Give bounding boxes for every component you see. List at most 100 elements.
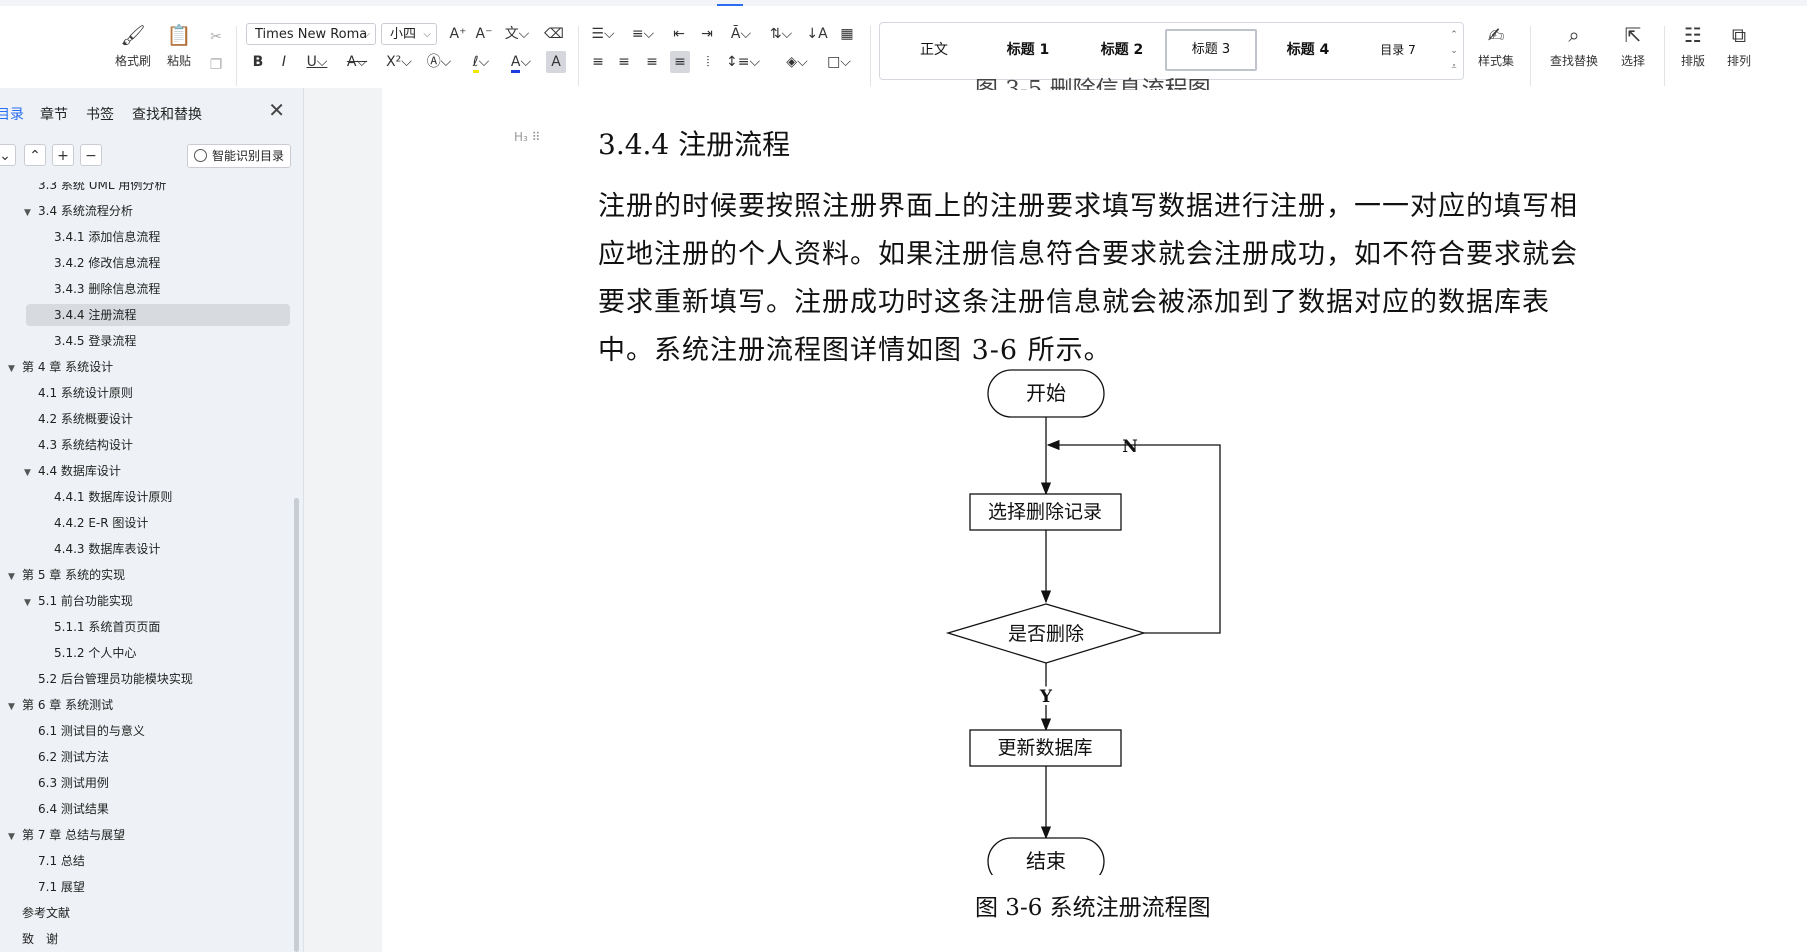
remove-level-icon[interactable]: − — [80, 144, 102, 166]
style-heading-3[interactable]: 标题 3 — [1165, 29, 1257, 71]
toc-item[interactable]: 3.4.1 添加信息流程 — [40, 226, 160, 248]
outdent-icon[interactable]: ⇤ — [668, 23, 690, 45]
toc-item[interactable]: 3.4.5 登录流程 — [40, 330, 136, 352]
toc-item[interactable]: 4.1 系统设计原则 — [24, 382, 133, 404]
select-record-label: 选择删除记录 — [988, 501, 1102, 523]
style-heading-2[interactable]: 标题 2 — [1076, 29, 1168, 71]
toc-item[interactable]: ▼ 4.4 数据库设计 — [24, 460, 121, 482]
align-left-icon[interactable]: ≡ — [588, 51, 608, 73]
line-spacing-icon[interactable]: ↕≡⌵ — [726, 51, 760, 73]
toc-item[interactable]: 7.1 展望 — [24, 876, 85, 898]
toc-item[interactable]: ▼ 第 4 章 系统设计 — [8, 356, 113, 378]
toc-item[interactable]: 3.4.4 注册流程 — [40, 304, 136, 326]
style-heading-4[interactable]: 标题 4 — [1262, 29, 1354, 71]
cut-icon[interactable]: ✂ — [206, 26, 226, 48]
indent-icon[interactable]: ⇥ — [696, 23, 718, 45]
toc-item-label: 5.1.2 个人中心 — [54, 646, 137, 660]
style-scroll[interactable]: ⌃ ⌄ ⩡ — [1447, 27, 1461, 75]
expand-arrow-icon[interactable]: ▼ — [8, 826, 22, 848]
toc-item[interactable]: 5.1.1 系统首页页面 — [40, 616, 160, 638]
font-name-select[interactable]: Times New Roma ⌵ — [246, 23, 376, 45]
toc-item[interactable]: 6.3 测试用例 — [24, 772, 109, 794]
toc-item[interactable]: 参考文献 — [8, 902, 70, 924]
align-right-icon[interactable]: ≡ — [642, 51, 662, 73]
toc-item[interactable]: 6.4 测试结果 — [24, 798, 109, 820]
toc-item[interactable]: 4.3 系统结构设计 — [24, 434, 133, 456]
text-direction-icon[interactable]: Ā⌵ — [726, 23, 756, 45]
toc-item[interactable]: 4.4.2 E-R 图设计 — [40, 512, 148, 534]
toc-item-label: 7.1 总结 — [38, 854, 85, 868]
add-level-icon[interactable]: + — [52, 144, 74, 166]
chevron-up-icon[interactable]: ⌃ — [24, 144, 46, 166]
tab-bookmarks[interactable]: 书签 — [86, 104, 114, 124]
arrange-button[interactable]: ⧉ 排列 — [1716, 22, 1762, 69]
toc-item[interactable]: 6.1 测试目的与意义 — [24, 720, 145, 742]
distribute-icon[interactable]: ⦙ — [698, 51, 718, 73]
sort-icon[interactable]: ⇅⌵ — [766, 23, 796, 45]
font-color-icon[interactable]: A⌵ — [506, 51, 536, 73]
toc-item[interactable]: 3.4.2 修改信息流程 — [40, 252, 160, 274]
shading-icon[interactable]: ◈⌵ — [780, 51, 814, 73]
heading-handle-icon[interactable]: H₃ ⠿ — [514, 130, 540, 144]
layout-button[interactable]: ☷ 排版 — [1670, 22, 1716, 69]
tab-find-replace[interactable]: 查找和替换 — [132, 104, 202, 124]
toc-item[interactable]: 3.4.3 删除信息流程 — [40, 278, 160, 300]
collapse-icon[interactable]: ⌄ — [0, 144, 16, 166]
char-shading-icon[interactable]: A — [546, 51, 566, 73]
justify-icon[interactable]: ≡ — [670, 51, 690, 73]
toc-item[interactable]: 4.4.1 数据库设计原则 — [40, 486, 172, 508]
tab-sections[interactable]: 章节 — [40, 104, 68, 124]
toc-item[interactable]: ▼ 5.1 前台功能实现 — [24, 590, 133, 612]
toc-item[interactable]: ▼ 第 5 章 系统的实现 — [8, 564, 125, 586]
expand-arrow-icon[interactable]: ▼ — [8, 358, 22, 380]
document-margin — [304, 88, 382, 952]
numbering-icon[interactable]: ≡⌵ — [628, 23, 658, 45]
expand-arrow-icon[interactable]: ▼ — [24, 592, 38, 614]
clear-format-icon[interactable]: ⌫ — [544, 23, 564, 45]
style-set-button[interactable]: ✍ 样式集 — [1468, 22, 1524, 69]
font-size-select[interactable]: 小四 ⌵ — [381, 23, 437, 45]
expand-arrow-icon[interactable]: ▼ — [24, 462, 38, 484]
toc-item[interactable]: ▼ 第 7 章 总结与展望 — [8, 824, 125, 846]
bullets-icon[interactable]: ☰⌵ — [588, 23, 618, 45]
table-icon[interactable]: ▦ — [836, 23, 858, 45]
sort-az-icon[interactable]: ↓A — [806, 23, 828, 45]
expand-arrow-icon[interactable]: ▼ — [8, 696, 22, 718]
toc-item[interactable]: ▼ 3.4 系统流程分析 — [24, 200, 133, 222]
strikethrough-icon[interactable]: A⌵ — [344, 51, 370, 73]
copy-icon[interactable]: ❐ — [206, 54, 226, 76]
find-replace-button[interactable]: ⌕ 查找替换 — [1544, 22, 1604, 69]
style-normal[interactable]: 正文 — [888, 29, 980, 71]
smart-toc-button[interactable]: 智能识别目录 — [187, 144, 291, 168]
align-center-icon[interactable]: ≡ — [614, 51, 634, 73]
style-heading-1[interactable]: 标题 1 — [982, 29, 1074, 71]
close-icon[interactable]: ✕ — [268, 98, 285, 122]
highlight-icon[interactable]: ℓ⌵ — [464, 51, 498, 73]
toc-item[interactable]: 7.1 总结 — [24, 850, 85, 872]
paste-button[interactable]: 📋 粘贴 — [154, 22, 204, 69]
superscript-icon[interactable]: X²⌵ — [384, 51, 414, 73]
tab-toc[interactable]: 目录 — [0, 104, 24, 124]
toc-item[interactable]: 3.3 系统 UML 用例分析 — [24, 182, 166, 194]
grow-font-icon[interactable]: A⁺ — [448, 23, 468, 45]
toc-item[interactable]: 5.2 后台管理员功能模块实现 — [24, 668, 193, 690]
toc-item[interactable]: 4.4.3 数据库表设计 — [40, 538, 160, 560]
select-button[interactable]: ⇱ 选择 — [1610, 22, 1656, 69]
toc-item[interactable]: 6.2 测试方法 — [24, 746, 109, 768]
toc-item[interactable]: 5.1.2 个人中心 — [40, 642, 136, 664]
style-toc-7[interactable]: 目录 7 — [1352, 29, 1444, 71]
toc-item[interactable]: 4.2 系统概要设计 — [24, 408, 133, 430]
toc-item[interactable]: ▼ 第 6 章 系统测试 — [8, 694, 113, 716]
italic-icon[interactable]: I — [276, 51, 292, 73]
format-painter-button[interactable]: 🖌 格式刷 — [108, 22, 158, 69]
border-icon[interactable]: □⌵ — [824, 51, 854, 73]
expand-arrow-icon[interactable]: ▼ — [8, 566, 22, 588]
sidebar-scrollbar[interactable] — [294, 498, 299, 952]
shrink-font-icon[interactable]: A⁻ — [474, 23, 494, 45]
toc-item[interactable]: 致 谢 — [8, 928, 58, 950]
phonetic-icon[interactable]: 文⌵ — [502, 23, 532, 45]
text-effect-icon[interactable]: Ⓐ⌵ — [424, 51, 454, 73]
expand-arrow-icon[interactable]: ▼ — [24, 202, 38, 224]
bold-icon[interactable]: B — [250, 51, 266, 73]
underline-icon[interactable]: U⌵ — [304, 51, 330, 73]
